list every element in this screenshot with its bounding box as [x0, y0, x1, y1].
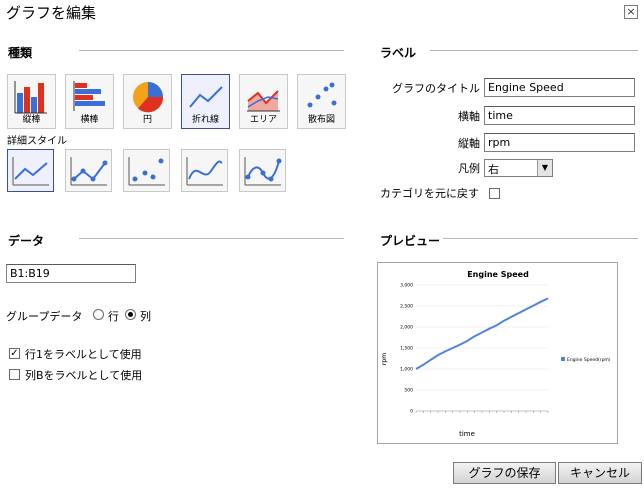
section-data: データ	[8, 234, 45, 248]
pie-chart-icon	[133, 82, 164, 113]
y-tick-label: 500	[404, 388, 413, 394]
y-tick-label: 1,000	[400, 367, 413, 373]
group-row-label: 行	[108, 310, 119, 323]
save-chart-button[interactable]: グラフの保存	[453, 462, 556, 484]
y-tick-label: 1,500	[400, 346, 413, 352]
y-tick-label: 2,000	[400, 325, 413, 331]
close-icon[interactable]: ×	[624, 5, 638, 19]
column-chart-icon	[14, 81, 47, 114]
divider	[443, 238, 638, 239]
legend-swatch	[561, 357, 565, 361]
smooth-line-icon	[186, 157, 223, 186]
chart-title-input[interactable]	[484, 78, 635, 97]
detail-style-markers[interactable]	[65, 149, 112, 192]
colB-label-text: 列Bをラベルとして使用	[25, 369, 143, 382]
smooth-line-markers-icon	[244, 157, 282, 186]
series-line	[415, 297, 549, 370]
section-chart-type: 種類	[8, 46, 33, 60]
x-axis-input[interactable]	[484, 106, 635, 125]
preview-chart-svg: Engine Speed rpm time 0 500 1,000 1,500 2,00…	[381, 270, 611, 438]
section-preview: プレビュー	[380, 234, 441, 248]
detail-style-label: 詳細スタイル	[7, 136, 67, 147]
detail-style-smooth[interactable]	[181, 149, 228, 192]
chart-preview: Engine Speed rpm time 0 500 1,000 1,500 2,00…	[377, 262, 618, 444]
group-col-radio[interactable]	[125, 309, 136, 320]
line-chart-icon	[189, 86, 223, 108]
legend-label: 凡例	[458, 162, 480, 175]
reset-categories-checkbox[interactable]	[489, 188, 500, 199]
line-markers-icon	[70, 157, 108, 186]
chart-type-column[interactable]: 縦棒	[7, 74, 56, 129]
group-data-label: グループデータ	[6, 310, 83, 323]
chart-type-area[interactable]: エリア	[239, 74, 288, 129]
scatter-chart-icon	[307, 82, 337, 108]
divider	[79, 238, 344, 239]
legend-select-value: 右	[488, 163, 499, 176]
y-axis-label: 縦軸	[458, 137, 480, 150]
divider	[79, 50, 344, 51]
data-range-input[interactable]	[6, 264, 136, 283]
chart-title: Engine Speed	[467, 270, 529, 279]
divider	[430, 50, 638, 51]
chart-title-label: グラフのタイトル	[392, 82, 480, 95]
detail-style-markers-only[interactable]	[123, 149, 170, 192]
area-chart-icon	[247, 90, 280, 112]
x-axis-title: time	[459, 430, 475, 438]
y-axis-title: rpm	[381, 353, 388, 365]
group-row-radio[interactable]	[93, 309, 104, 320]
chart-type-label: 縦棒	[22, 115, 41, 125]
reset-categories-label: カテゴリを元に戻す	[380, 187, 479, 200]
group-col-label: 列	[140, 310, 151, 323]
chart-type-label: 散布図	[307, 115, 335, 125]
dialog-titlebar: グラフを編集 ×	[0, 0, 644, 25]
row1-label-text: 行1をラベルとして使用	[25, 348, 142, 361]
y-tick-label: 0	[410, 409, 413, 415]
markers-only-icon	[128, 157, 165, 186]
chart-type-label: エリア	[249, 115, 277, 125]
chart-type-scatter[interactable]: 散布図	[297, 74, 346, 129]
colB-label-checkbox[interactable]	[9, 369, 20, 380]
legend-select[interactable]: 右 ▼	[484, 159, 553, 177]
section-labels: ラベル	[380, 46, 417, 60]
y-tick-label: 2,500	[400, 304, 413, 310]
chart-type-label: 横棒	[80, 115, 99, 125]
detail-style-smooth-markers[interactable]	[239, 149, 286, 192]
dialog-title: グラフを編集	[6, 4, 97, 22]
chart-type-label: 折れ線	[191, 115, 219, 125]
bar-chart-icon	[73, 81, 105, 111]
y-tick-label: 3,000	[400, 283, 413, 289]
chart-type-bar[interactable]: 横棒	[65, 74, 114, 129]
x-axis-label: 横軸	[458, 110, 480, 123]
line-plain-icon	[12, 157, 49, 186]
y-axis-input[interactable]	[484, 133, 635, 152]
legend-entry: Engine Speed(rpm)	[567, 357, 611, 363]
chart-type-line[interactable]: 折れ線	[181, 74, 230, 129]
chart-type-pie[interactable]: 円	[123, 74, 172, 129]
chevron-down-icon: ▼	[537, 160, 552, 176]
row1-label-checkbox[interactable]: ✓	[9, 348, 20, 359]
cancel-button[interactable]: キャンセル	[558, 462, 642, 484]
detail-style-plain[interactable]	[7, 149, 54, 192]
chart-type-label: 円	[142, 115, 152, 125]
